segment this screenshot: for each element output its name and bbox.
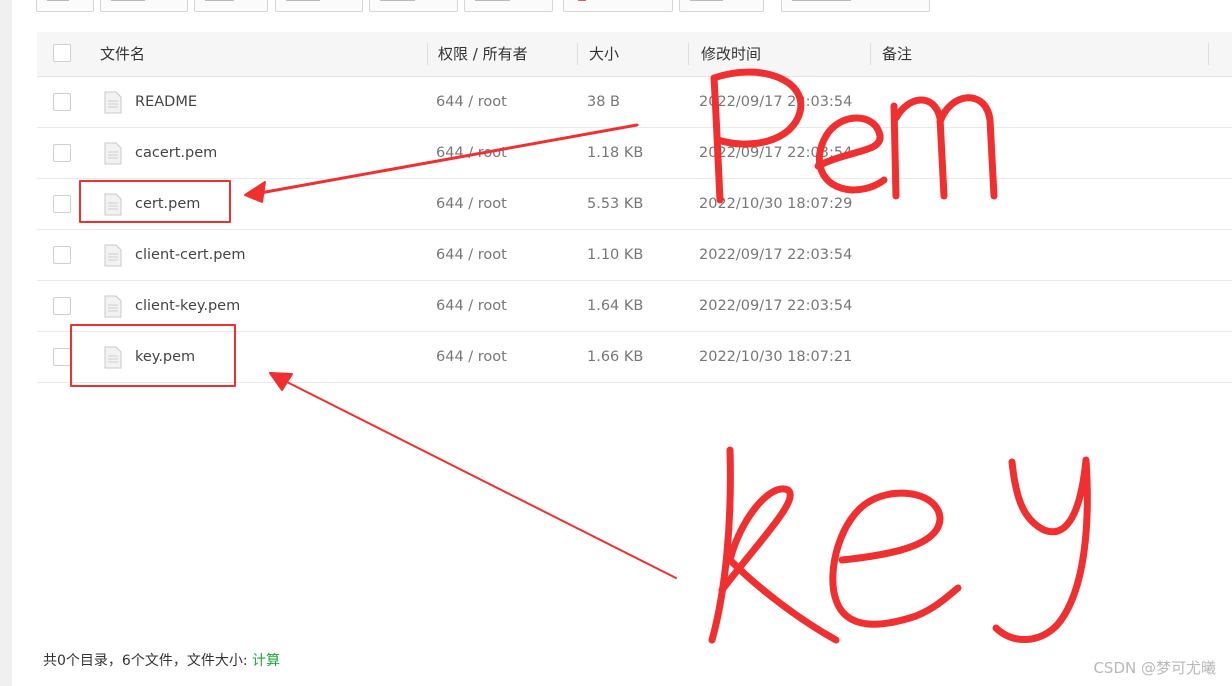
calculate-size-link[interactable]: 计算 xyxy=(252,653,280,669)
file-permission[interactable]: 644 / root xyxy=(436,128,507,178)
header-note[interactable]: 备注 xyxy=(882,32,912,76)
file-name[interactable]: client-key.pem xyxy=(135,281,240,331)
table-row[interactable]: README 644 / root 38 B 2022/09/17 22:03:… xyxy=(37,77,1232,128)
toolbar-button[interactable] xyxy=(781,0,930,12)
table-header: 文件名 权限 / 所有者 大小 修改时间 备注 xyxy=(37,32,1232,77)
toolbar-button[interactable] xyxy=(194,0,268,12)
file-name[interactable]: cert.pem xyxy=(135,179,200,229)
file-icon xyxy=(104,244,122,267)
header-mtime[interactable]: 修改时间 xyxy=(701,32,761,76)
row-checkbox[interactable] xyxy=(53,195,71,213)
toolbar-button[interactable] xyxy=(563,0,673,12)
file-icon xyxy=(104,142,122,165)
file-name[interactable]: README xyxy=(135,77,197,127)
file-mtime: 2022/10/30 18:07:21 xyxy=(699,349,853,365)
toolbar-button[interactable] xyxy=(100,0,188,12)
file-permission[interactable]: 644 / root xyxy=(436,77,507,127)
watermark: CSDN @梦可尤曦 xyxy=(1093,659,1216,677)
file-permission[interactable]: 644 / root xyxy=(436,230,507,280)
table-row[interactable]: client-cert.pem 644 / root 1.10 KB 2022/… xyxy=(37,230,1232,281)
file-name[interactable]: client-cert.pem xyxy=(135,230,245,280)
toolbar-button[interactable] xyxy=(369,0,458,12)
file-mtime: 2022/09/17 22:03:54 xyxy=(699,298,853,314)
table-row[interactable]: client-key.pem 644 / root 1.64 KB 2022/0… xyxy=(37,281,1232,332)
select-all-checkbox[interactable] xyxy=(53,44,71,62)
file-icon xyxy=(104,193,122,216)
file-permission[interactable]: 644 / root xyxy=(436,332,507,382)
file-size: 5.53 KB xyxy=(587,196,644,212)
file-icon xyxy=(104,295,122,318)
file-icon xyxy=(104,91,122,114)
file-mtime: 2022/09/17 22:03:54 xyxy=(699,247,853,263)
file-permission[interactable]: 644 / root xyxy=(436,281,507,331)
file-name[interactable]: cacert.pem xyxy=(135,128,217,178)
row-checkbox[interactable] xyxy=(53,246,71,264)
file-size: 1.64 KB xyxy=(587,298,644,314)
toolbar-button[interactable] xyxy=(275,0,363,12)
file-icon xyxy=(104,346,122,369)
table-row[interactable]: cert.pem 644 / root 5.53 KB 2022/10/30 1… xyxy=(37,179,1232,230)
table-row[interactable]: key.pem 644 / root 1.66 KB 2022/10/30 18… xyxy=(37,332,1232,383)
header-size[interactable]: 大小 xyxy=(589,32,619,76)
file-size: 38 B xyxy=(587,94,621,110)
file-size: 1.10 KB xyxy=(587,247,644,263)
file-permission[interactable]: 644 / root xyxy=(436,179,507,229)
file-table: 文件名 权限 / 所有者 大小 修改时间 备注 README 644 / roo… xyxy=(37,32,1232,383)
toolbar-button[interactable] xyxy=(464,0,553,12)
file-mtime: 2022/09/17 22:03:54 xyxy=(699,94,853,110)
toolbar-button[interactable] xyxy=(36,0,94,12)
header-filename[interactable]: 文件名 xyxy=(100,32,145,76)
left-panel-edge xyxy=(0,0,12,686)
handwritten-key xyxy=(708,446,1091,644)
file-summary: 共0个目录，6个文件，文件大小: 计算 xyxy=(43,650,280,670)
file-size: 1.66 KB xyxy=(587,349,644,365)
row-checkbox[interactable] xyxy=(53,297,71,315)
toolbar-button[interactable] xyxy=(679,0,764,12)
arrow-to-key xyxy=(282,379,677,579)
table-row[interactable]: cacert.pem 644 / root 1.18 KB 2022/09/17… xyxy=(37,128,1232,179)
row-checkbox[interactable] xyxy=(53,93,71,111)
header-permission[interactable]: 权限 / 所有者 xyxy=(438,32,528,76)
row-checkbox[interactable] xyxy=(53,144,71,162)
file-mtime: 2022/10/30 18:07:29 xyxy=(699,196,853,212)
row-checkbox[interactable] xyxy=(53,348,71,366)
table-body: README 644 / root 38 B 2022/09/17 22:03:… xyxy=(37,77,1232,383)
file-name[interactable]: key.pem xyxy=(135,332,195,382)
file-size: 1.18 KB xyxy=(587,145,644,161)
file-mtime: 2022/09/17 22:03:54 xyxy=(699,145,853,161)
file-summary-text: 共0个目录，6个文件，文件大小: xyxy=(43,653,252,669)
